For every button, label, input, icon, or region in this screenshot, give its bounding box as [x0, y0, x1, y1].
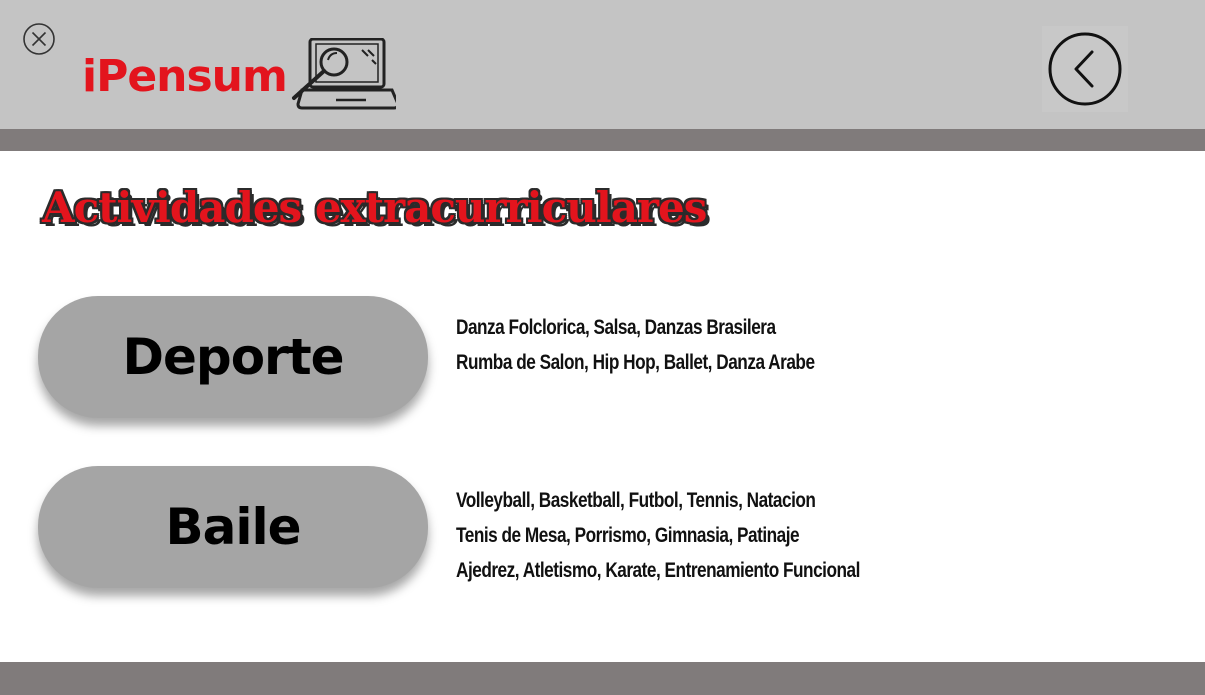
deporte-description: Danza Folclorica, Salsa, Danzas Brasiler…	[456, 310, 815, 380]
chevron-left-circle-icon	[1048, 32, 1122, 106]
description-line: Volleyball, Basketball, Futbol, Tennis, …	[456, 489, 816, 512]
baile-button[interactable]: Baile	[38, 466, 428, 588]
app-logo: iPensum	[82, 37, 402, 120]
baile-description: Volleyball, Basketball, Futbol, Tennis, …	[456, 483, 860, 588]
description-line: Tenis de Mesa, Porrismo, Gimnasia, Patin…	[456, 524, 800, 547]
description-line: Rumba de Salon, Hip Hop, Ballet, Danza A…	[456, 351, 815, 374]
deporte-button[interactable]: Deporte	[38, 296, 428, 418]
back-button[interactable]	[1042, 26, 1128, 112]
footer-bar	[0, 662, 1205, 695]
logo-text: iPensum	[82, 51, 288, 102]
close-icon[interactable]	[22, 22, 56, 56]
description-line: Ajedrez, Atletismo, Karate, Entrenamient…	[456, 559, 860, 582]
deporte-button-label: Deporte	[122, 328, 344, 386]
page-title: Actividades extracurriculares	[42, 183, 707, 232]
baile-button-label: Baile	[165, 498, 301, 556]
laptop-magnifier-icon	[288, 37, 400, 112]
description-line: Danza Folclorica, Salsa, Danzas Brasiler…	[456, 316, 776, 339]
header-divider	[0, 129, 1205, 151]
